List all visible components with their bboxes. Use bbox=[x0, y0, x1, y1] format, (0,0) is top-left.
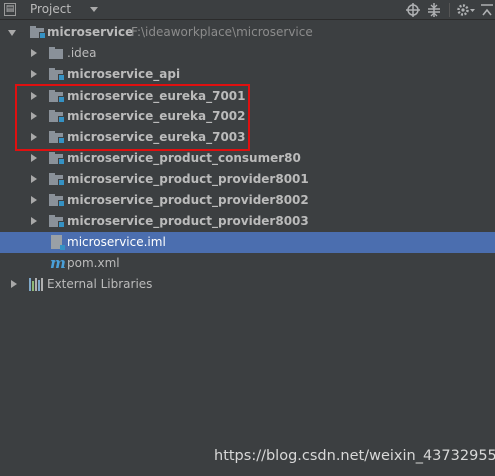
module-folder-icon bbox=[49, 194, 65, 207]
collapsed-arrow-icon[interactable] bbox=[31, 70, 37, 78]
project-view-icon[interactable]: ▤ bbox=[4, 3, 16, 16]
collapsed-arrow-icon[interactable] bbox=[31, 196, 37, 204]
collapsed-arrow-icon[interactable] bbox=[31, 112, 37, 120]
tree-item-label: .idea bbox=[67, 46, 97, 60]
settings-gear-icon[interactable] bbox=[456, 2, 476, 18]
tree-item-microservice-product-provider8003[interactable]: microservice_product_provider8003 bbox=[0, 211, 495, 232]
tree-item-label: microservice_eureka_7003 bbox=[67, 130, 246, 144]
module-folder-icon bbox=[49, 173, 65, 186]
tree-item-label: microservice_product_provider8002 bbox=[67, 193, 309, 207]
tree-item-microservice-api[interactable]: microservice_api bbox=[0, 64, 495, 85]
maven-file-icon: m bbox=[50, 254, 66, 272]
toolbar-separator bbox=[449, 3, 450, 17]
tree-item-microservice-product-provider8001[interactable]: microservice_product_provider8001 bbox=[0, 169, 495, 190]
module-folder-icon bbox=[49, 131, 65, 144]
tree-item-microservice-product-consumer80[interactable]: microservice_product_consumer80 bbox=[0, 148, 495, 169]
module-folder-icon bbox=[49, 90, 65, 103]
tree-item-label: microservice_product_consumer80 bbox=[67, 151, 301, 165]
iml-file-icon bbox=[51, 235, 65, 250]
tree-item-microservice-eureka-7002[interactable]: microservice_eureka_7002 bbox=[0, 106, 495, 127]
tree-item-microservice-iml[interactable]: microservice.iml bbox=[0, 232, 495, 253]
module-path: F:\ideaworkplace\microservice bbox=[131, 25, 313, 39]
tree-item-label: microservice_api bbox=[67, 67, 181, 81]
folder-icon bbox=[49, 47, 63, 59]
tree-item-microservice[interactable]: microservice F:\ideaworkplace\microservi… bbox=[0, 22, 495, 43]
module-folder-icon bbox=[49, 110, 65, 123]
tree-item-label: microservice_eureka_7002 bbox=[67, 109, 246, 123]
module-folder-icon bbox=[49, 68, 65, 81]
module-folder-icon bbox=[30, 26, 46, 39]
tree-item-microservice-eureka-7001[interactable]: microservice_eureka_7001 bbox=[0, 86, 495, 107]
tree-item-label: pom.xml bbox=[67, 256, 120, 270]
collapsed-arrow-icon[interactable] bbox=[31, 133, 37, 141]
project-view-title[interactable]: Project bbox=[30, 2, 71, 16]
tree-item-label: External Libraries bbox=[47, 277, 153, 291]
watermark-text: https://blog.csdn.net/weixin_43732955 bbox=[214, 448, 495, 464]
tree-item-external-libraries[interactable]: External Libraries bbox=[0, 274, 495, 295]
tree-item-label: microservice bbox=[47, 25, 134, 39]
module-folder-icon bbox=[49, 152, 65, 165]
collapsed-arrow-icon[interactable] bbox=[31, 217, 37, 225]
tree-item-label: microservice_eureka_7001 bbox=[67, 89, 246, 103]
collapsed-arrow-icon[interactable] bbox=[31, 49, 37, 57]
collapse-all-icon[interactable] bbox=[427, 2, 441, 18]
tree-item-pom-xml[interactable]: m pom.xml bbox=[0, 253, 495, 274]
project-tool-window-header: ▤ Project bbox=[0, 0, 495, 20]
tree-item-microservice-product-provider8002[interactable]: microservice_product_provider8002 bbox=[0, 190, 495, 211]
module-folder-icon bbox=[49, 215, 65, 228]
collapsed-arrow-icon[interactable] bbox=[31, 92, 37, 100]
libraries-icon bbox=[29, 278, 43, 291]
tree-item-label: microservice_product_provider8003 bbox=[67, 214, 309, 228]
collapsed-arrow-icon[interactable] bbox=[11, 280, 17, 288]
locate-target-icon[interactable] bbox=[406, 2, 420, 18]
tree-item-idea[interactable]: .idea bbox=[0, 43, 495, 64]
hide-panel-icon[interactable] bbox=[480, 2, 494, 18]
tree-item-label: microservice_product_provider8001 bbox=[67, 172, 309, 186]
tree-item-label: microservice.iml bbox=[67, 235, 166, 249]
collapsed-arrow-icon[interactable] bbox=[31, 175, 37, 183]
expanded-arrow-icon[interactable] bbox=[8, 30, 16, 36]
collapsed-arrow-icon[interactable] bbox=[31, 154, 37, 162]
chevron-down-icon[interactable] bbox=[90, 7, 98, 12]
tree-item-microservice-eureka-7003[interactable]: microservice_eureka_7003 bbox=[0, 127, 495, 148]
